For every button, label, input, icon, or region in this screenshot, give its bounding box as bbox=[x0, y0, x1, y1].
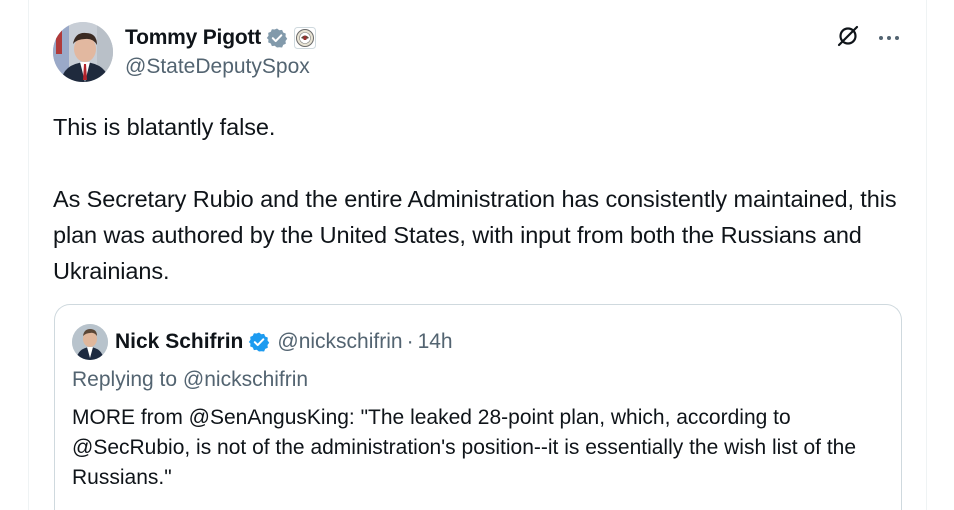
verified-badge-icon bbox=[248, 331, 270, 353]
author-display-name[interactable]: Tommy Pigott bbox=[125, 26, 261, 50]
quoted-tweet-text: MORE from @SenAngusKing: "The leaked 28-… bbox=[72, 406, 857, 489]
quoted-display-name[interactable]: Nick Schifrin bbox=[115, 330, 243, 354]
verified-badge-icon bbox=[266, 27, 288, 49]
replying-to-line: Replying to @nickschifrin bbox=[72, 368, 308, 392]
author-avatar[interactable] bbox=[53, 22, 113, 82]
quoted-author-avatar[interactable] bbox=[72, 324, 108, 360]
quoted-timestamp[interactable]: 14h bbox=[418, 330, 453, 354]
quoted-tweet-card[interactable]: Nick Schifrin @nickschifrin · 14h Replyi… bbox=[54, 304, 902, 510]
timeline-border-left bbox=[28, 0, 29, 510]
replying-to-mention[interactable]: @nickschifrin bbox=[183, 368, 308, 391]
more-options-icon bbox=[877, 29, 901, 47]
separator-dot: · bbox=[406, 330, 414, 353]
author-name-row: Tommy Pigott bbox=[125, 24, 317, 52]
quoted-handle[interactable]: @nickschifrin bbox=[277, 330, 402, 354]
tweet-paragraph: This is blatantly false. bbox=[53, 114, 276, 140]
quoted-header: Nick Schifrin @nickschifrin · 14h bbox=[115, 329, 453, 355]
grok-button[interactable] bbox=[833, 23, 863, 53]
timeline-border-right bbox=[926, 0, 927, 510]
grok-icon bbox=[835, 23, 861, 54]
tweet-paragraph: As Secretary Rubio and the entire Admini… bbox=[53, 186, 897, 284]
replying-to-prefix: Replying to bbox=[72, 368, 178, 391]
state-department-seal-icon[interactable] bbox=[294, 27, 317, 49]
author-handle[interactable]: @StateDeputySpox bbox=[125, 55, 310, 79]
more-options-button[interactable] bbox=[874, 23, 904, 53]
tweet-text: This is blatantly false. As Secretary Ru… bbox=[53, 109, 913, 289]
